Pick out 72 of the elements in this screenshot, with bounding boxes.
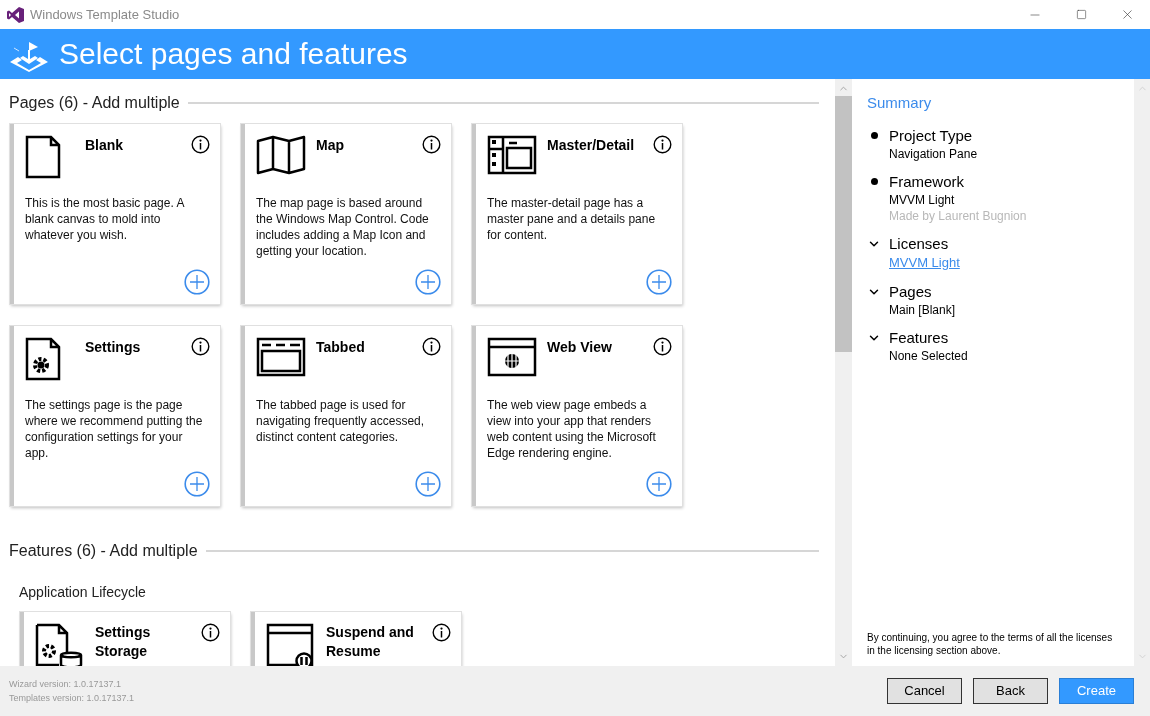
- summary-value: MVVM Light: [889, 191, 956, 208]
- template-card[interactable]: Settings Storage: [20, 612, 230, 666]
- add-icon[interactable]: [184, 471, 210, 497]
- page-title: Select pages and features: [59, 39, 408, 69]
- add-icon[interactable]: [646, 269, 672, 295]
- card-title: Settings: [85, 338, 142, 357]
- summary-heading: Framework: [889, 171, 965, 192]
- add-icon[interactable]: [415, 471, 441, 497]
- maximize-icon[interactable]: [1075, 9, 1087, 20]
- settings-document-icon: [25, 337, 61, 381]
- card-description: This is the most basic page. A blank canvas to mold into whatever you wish.: [25, 195, 186, 243]
- document-icon: [25, 135, 61, 179]
- section-title: Pages (6) - Add multiple: [9, 93, 180, 113]
- window-title: Windows Template Studio: [30, 5, 180, 24]
- template-card[interactable]: Suspend and Resume: [251, 612, 461, 666]
- info-icon[interactable]: [653, 337, 672, 356]
- summary-heading: Features: [889, 327, 950, 348]
- summary-heading: Project Type: [889, 125, 974, 146]
- info-icon[interactable]: [422, 135, 441, 154]
- template-card[interactable]: Map The map page is based around the Windows Map Control. Code includes adding a Map Icon and getting your location.: [241, 124, 451, 304]
- summary-value: Navigation Pane: [889, 145, 978, 162]
- info-icon[interactable]: [201, 623, 220, 642]
- app-logo-icon: [7, 6, 24, 23]
- settings-storage-icon: [35, 623, 85, 666]
- footer-button[interactable]: Back: [973, 678, 1048, 704]
- info-icon[interactable]: [191, 135, 210, 154]
- feature-group-title: Application Lifecycle: [19, 583, 147, 602]
- info-icon[interactable]: [191, 337, 210, 356]
- card-description: The settings page is the page where we recommend putting the configuration settings for your app.: [25, 397, 204, 461]
- info-icon[interactable]: [653, 135, 672, 154]
- card-title: Tabbed: [316, 338, 366, 357]
- add-icon[interactable]: [415, 269, 441, 295]
- card-description: The map page is based around the Windows Map Control. Code includes adding a Map Icon and getting your location.: [256, 195, 430, 259]
- bullet-icon: [871, 132, 878, 139]
- card-title: Map: [316, 136, 345, 155]
- summary-title: Summary: [867, 93, 933, 113]
- license-link[interactable]: MVVM Light: [889, 253, 960, 272]
- summary-note: Made by Laurent Bugnion: [889, 207, 1027, 224]
- scrollbar-thumb[interactable]: [835, 96, 852, 352]
- summary-heading: Pages: [889, 281, 933, 302]
- scrollbar[interactable]: [835, 79, 852, 666]
- add-icon[interactable]: [646, 471, 672, 497]
- summary-heading: Licenses: [889, 233, 950, 254]
- card-title: Suspend and Resume: [326, 623, 415, 661]
- master-detail-icon: [487, 135, 537, 175]
- summary-value: Main [Blank]: [889, 301, 956, 318]
- template-card[interactable]: Master/Detail The master-detail page has a master pane and a details pane for content.: [472, 124, 682, 304]
- template-card[interactable]: Settings The settings page is the page where we recommend putting the configuration settings for your app.: [10, 326, 220, 506]
- template-card[interactable]: Tabbed The tabbed page is used for navigating frequently accessed, distinct content categories.: [241, 326, 451, 506]
- bullet-icon: [871, 178, 878, 185]
- card-description: The master-detail page has a master pane and a details pane for content.: [487, 195, 657, 243]
- card-title: Blank: [85, 136, 125, 155]
- version-label: Wizard version: 1.0.17137.1: [9, 678, 123, 691]
- web-window-icon: [487, 337, 537, 377]
- card-title: Web View: [547, 338, 613, 357]
- card-title: Settings Storage: [95, 623, 152, 661]
- version-label: Templates version: 1.0.17137.1: [9, 692, 135, 705]
- footer-button[interactable]: Cancel: [887, 678, 962, 704]
- info-icon[interactable]: [422, 337, 441, 356]
- template-card[interactable]: Web View The web view page embeds a view into your app that renders web content using the Microsoft Edge rendering engine.: [472, 326, 682, 506]
- card-description: The web view page embeds a view into your app that renders web content using the Microsoft Edge rendering engine.: [487, 397, 657, 461]
- summary-value: None Selected: [889, 347, 968, 364]
- map-icon: [256, 135, 306, 175]
- add-icon[interactable]: [184, 269, 210, 295]
- template-card[interactable]: Blank This is the most basic page. A blank canvas to mold into whatever you wish.: [10, 124, 220, 304]
- info-icon[interactable]: [432, 623, 451, 642]
- pause-window-icon: [266, 623, 316, 666]
- license-notice: By continuing, you agree to the terms of all the licenses in the licensing section above.: [867, 631, 1114, 657]
- tabbed-window-icon: [256, 337, 306, 377]
- card-description: The tabbed page is used for navigating frequently accessed, distinct content categories.: [256, 397, 426, 445]
- section-title: Features (6) - Add multiple: [9, 541, 198, 561]
- card-title: Master/Detail: [547, 136, 636, 155]
